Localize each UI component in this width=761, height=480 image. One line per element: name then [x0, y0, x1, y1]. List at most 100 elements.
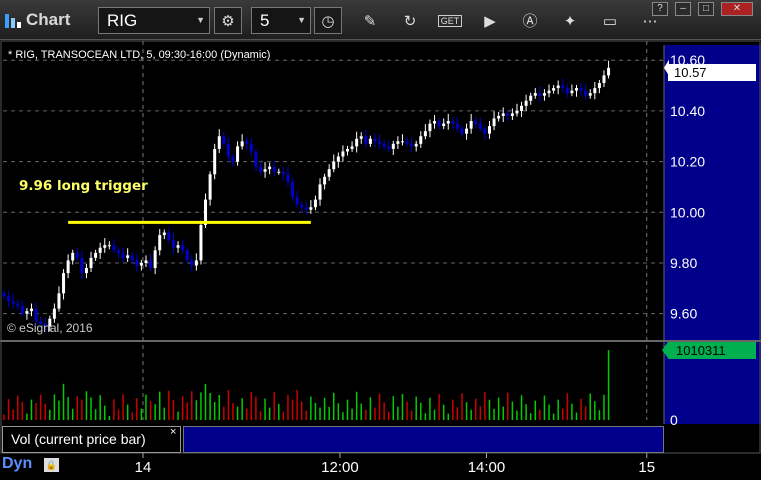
candle-body: [451, 121, 455, 124]
candle-body: [89, 257, 93, 269]
price-tick-label: 9.80: [670, 255, 697, 271]
study-close-button[interactable]: ×: [170, 426, 176, 438]
candle-body: [341, 151, 345, 157]
interval-input[interactable]: 5 ▼: [251, 7, 311, 34]
candle-body: [249, 143, 253, 152]
pencil-icon: ✎: [363, 12, 377, 30]
candle-body: [446, 121, 450, 124]
candle-body: [437, 121, 441, 127]
refresh-button[interactable]: ↻: [396, 7, 424, 34]
candle-body: [506, 113, 510, 116]
candle-body: [423, 131, 427, 137]
candle-body: [158, 235, 162, 251]
candle-body: [542, 93, 546, 96]
candle-body: [62, 273, 66, 294]
candle-body: [346, 148, 349, 152]
candle-body: [304, 207, 308, 210]
candle-body: [286, 174, 290, 182]
price-axis-panel: [664, 45, 761, 340]
candle-body: [190, 260, 194, 266]
chart-header: * RIG, TRANSOCEAN LTD, 5, 09:30-16:00 (D…: [8, 49, 271, 61]
candle-body: [309, 207, 313, 210]
candle-body: [199, 224, 203, 261]
time-tick-label: 15: [638, 459, 655, 476]
candle-body: [533, 93, 537, 96]
candle-body: [149, 260, 153, 269]
candle-body: [272, 166, 276, 172]
close-button[interactable]: ✕: [721, 2, 753, 16]
candle-body: [405, 141, 409, 144]
candle-body: [396, 141, 400, 144]
lock-icon[interactable]: 🔒: [44, 458, 59, 472]
chevron-down-icon[interactable]: ▼: [297, 8, 306, 33]
comment-icon: ▭: [602, 12, 618, 30]
candle-body: [254, 151, 258, 167]
candle-body: [263, 169, 267, 172]
interval-input-value: 5: [260, 11, 270, 30]
candle-body: [126, 255, 130, 258]
candle-body: [52, 308, 56, 319]
play-button[interactable]: ▶: [476, 7, 504, 34]
candle-body: [323, 176, 327, 185]
candle-body: [135, 260, 139, 266]
candle-body: [561, 85, 565, 89]
candle-body: [139, 262, 143, 266]
candle-body: [510, 113, 514, 116]
play-icon: ▶: [484, 12, 496, 30]
candle-body: [167, 232, 171, 241]
chart-logo-icon: [4, 11, 22, 29]
candle-body: [556, 85, 560, 89]
alert-button[interactable]: Ⓐ: [516, 7, 544, 34]
wrench-icon: ✦: [563, 12, 577, 30]
candle-body: [94, 252, 98, 258]
candle-body: [593, 88, 597, 94]
symbol-input[interactable]: RIG ▼: [98, 7, 210, 34]
candle-body: [277, 171, 281, 173]
candle-body: [570, 90, 574, 94]
candle-body: [66, 260, 70, 274]
help-button[interactable]: ?: [652, 2, 668, 16]
last-volume-label: 1010311: [662, 342, 756, 359]
candle-body: [295, 197, 299, 205]
comment-button[interactable]: ▭: [596, 7, 624, 34]
symbol-input-value: RIG: [107, 11, 138, 30]
chart-canvas[interactable]: 10.6010.4010.2010.009.809.60014 12:00 14:0…: [0, 40, 761, 480]
minimize-button[interactable]: –: [675, 2, 691, 16]
interval-settings-button[interactable]: ⚙: [214, 7, 242, 34]
candle-body: [313, 199, 317, 208]
footer-symbol[interactable]: Dyn: [2, 455, 32, 473]
candle-body: [487, 126, 491, 134]
candle-body: [547, 90, 551, 94]
tools-button[interactable]: ✦: [556, 7, 584, 34]
window-title: Chart: [26, 10, 71, 29]
candle-body: [400, 141, 404, 143]
candle-body: [291, 181, 295, 198]
candle-body: [171, 240, 175, 248]
candle-body: [318, 184, 322, 200]
candle-body: [213, 148, 217, 175]
maximize-button[interactable]: □: [698, 2, 714, 16]
get-data-button[interactable]: GET: [436, 7, 464, 34]
candle-body: [7, 295, 11, 301]
chevron-down-icon[interactable]: ▼: [196, 8, 205, 33]
candle-body: [552, 88, 556, 91]
candle-body: [607, 67, 611, 76]
candle-body: [359, 136, 363, 139]
volume-tick-label: 0: [670, 412, 678, 428]
price-tick-label: 10.20: [670, 154, 705, 170]
time-template-button[interactable]: ◷: [314, 7, 342, 34]
alert-icon: Ⓐ: [522, 13, 538, 30]
candle-body: [428, 123, 432, 132]
candle-body: [20, 306, 24, 314]
candle-body: [117, 250, 120, 253]
candle-body: [410, 143, 414, 147]
candle-body: [84, 268, 88, 274]
candle-body: [103, 245, 107, 248]
candle-body: [579, 88, 583, 91]
candle-body: [350, 146, 354, 149]
candle-body: [332, 161, 336, 170]
candle-body: [387, 146, 391, 149]
draw-tool-button[interactable]: ✎: [356, 7, 384, 34]
candle-body: [222, 136, 226, 144]
study-legend[interactable]: Vol (current price bar): [2, 426, 181, 453]
